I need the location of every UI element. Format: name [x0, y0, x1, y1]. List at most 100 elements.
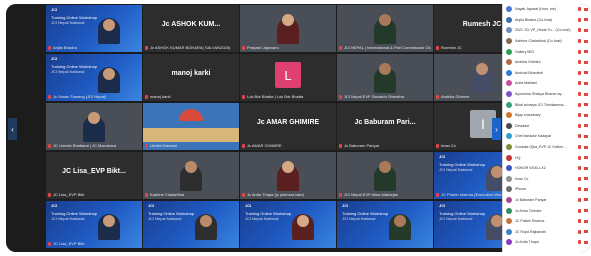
participant-list-item[interactable]: HONOR WOD-LX2: [503, 163, 591, 174]
video-tile[interactable]: Prayash Jajowaro: [240, 5, 336, 52]
video-tile[interactable]: JC Umesh Bhattarai | JC Manohara: [46, 103, 142, 150]
participant-list-item[interactable]: Ambika Ghimire: [503, 57, 591, 68]
muted-mic-icon[interactable]: [578, 155, 581, 160]
video-off-icon[interactable]: [584, 198, 588, 202]
participant-list-item[interactable]: HQ: [503, 152, 591, 163]
participant-list-item[interactable]: Gallery MIG: [503, 46, 591, 57]
video-off-icon[interactable]: [584, 7, 588, 11]
muted-mic-icon[interactable]: [578, 219, 581, 224]
video-off-icon[interactable]: [584, 50, 588, 54]
participant-list-item[interactable]: Nayak Jajowai (Host, me): [503, 4, 591, 15]
muted-mic-icon[interactable]: [578, 28, 581, 33]
video-off-icon[interactable]: [584, 134, 588, 138]
video-off-icon[interactable]: [584, 230, 588, 234]
participant-list-item[interactable]: Kabhne Chalarbhai (Co-host): [503, 36, 591, 47]
participant-list-item[interactable]: Bijay chaudhary: [503, 110, 591, 121]
video-off-icon[interactable]: [584, 92, 588, 96]
video-tile[interactable]: JCI Training Online Workshop JCI Nepal Nat…: [46, 5, 142, 52]
muted-mic-icon[interactable]: [578, 197, 581, 202]
video-tile[interactable]: Urmila Katuwal: [143, 103, 239, 150]
muted-mic-icon[interactable]: [578, 240, 581, 245]
video-off-icon[interactable]: [584, 28, 588, 32]
video-tile[interactable]: JC Lisa_EVP Bikt... JC Lisa_EVP Bikt: [46, 152, 142, 199]
video-off-icon[interactable]: [584, 71, 588, 75]
video-tile[interactable]: JCI Nepal EVP Alina Maharjan: [337, 152, 433, 199]
muted-mic-icon[interactable]: [578, 145, 581, 150]
video-off-icon[interactable]: [584, 156, 588, 160]
video-off-icon[interactable]: [584, 240, 588, 244]
muted-mic-icon[interactable]: [578, 81, 581, 86]
video-tile[interactable]: Jc AMAR GHIMIRE Jc AMAR GHIMIRE: [240, 103, 336, 150]
video-tile[interactable]: Jc ASHOK KUM... Jc ASHOK KUMAR BOHARA( SA…: [143, 5, 239, 52]
video-tile[interactable]: Jc Baburam Pari... Jc Baburam Pariyar: [337, 103, 433, 150]
muted-mic-icon[interactable]: [578, 208, 581, 213]
participant-list-item[interactable]: Gunkala Ojha_EVP JC Kathm...: [503, 142, 591, 153]
video-off-icon[interactable]: [584, 113, 588, 117]
participant-list-item[interactable]: Anita Malidari: [503, 78, 591, 89]
video-off-icon[interactable]: [584, 103, 588, 107]
muted-mic-icon[interactable]: [578, 229, 581, 234]
muted-mic-icon[interactable]: [578, 60, 581, 65]
muted-mic-icon[interactable]: [578, 166, 581, 171]
video-off-icon[interactable]: [584, 166, 588, 170]
video-off-icon[interactable]: [584, 18, 588, 22]
video-tile[interactable]: JCI Training Online Workshop JCI Nepal Nat…: [46, 201, 142, 248]
video-tile[interactable]: JCI NEPAL | International & Parl Commiss…: [337, 5, 433, 52]
participant-list-item[interactable]: Anjila Bhadra (Co-host): [503, 15, 591, 26]
video-off-icon[interactable]: [584, 187, 588, 191]
video-tile[interactable]: Jc Anita Thapa (jc pokhara lake): [240, 152, 336, 199]
muted-mic-icon[interactable]: [578, 39, 581, 44]
muted-mic-icon[interactable]: [578, 123, 581, 128]
next-page-button[interactable]: ›: [492, 118, 501, 140]
video-tile[interactable]: JCI Training Online Workshop JCI Nepal Nat…: [143, 201, 239, 248]
video-off-icon[interactable]: [584, 145, 588, 149]
participant-list-item[interactable]: iPhone: [503, 184, 591, 195]
avatar: [506, 186, 512, 193]
meeting-window: JCI Training Online Workshop JCI Nepal Nat…: [6, 4, 591, 252]
muted-mic-icon[interactable]: [578, 187, 581, 192]
muted-mic-icon[interactable]: [578, 176, 581, 181]
participant-list-item[interactable]: Bikal acharya JCI Trishlasema...: [503, 99, 591, 110]
video-tile[interactable]: manoj karki manoj karki: [143, 54, 239, 101]
muted-mic-icon: [145, 192, 148, 197]
participant-list-item[interactable]: Iman Cz: [503, 174, 591, 185]
prev-page-button[interactable]: ‹: [8, 118, 17, 140]
participant-list-name: JC Rupa Rajbanshi: [515, 229, 546, 234]
video-tile[interactable]: JCI Nepal EVP Saurabh Shrestha: [337, 54, 433, 101]
participant-list-item[interactable]: Chet bahadur Kadayat: [503, 131, 591, 142]
muted-mic-icon[interactable]: [578, 49, 581, 54]
participant-list-item[interactable]: Jc Baburam Pariyar: [503, 195, 591, 206]
participant-list-item[interactable]: 2021 JCI VP_Hinda Tu... (Co-host): [503, 25, 591, 36]
participant-list-item[interactable]: Jc Anita Thapa: [503, 237, 591, 248]
muted-mic-icon[interactable]: [578, 70, 581, 75]
video-tile[interactable]: JCI Training Online Workshop JCI Nepal Nat…: [240, 201, 336, 248]
participant-list-name: Gallery MIG: [515, 49, 535, 54]
video-off-icon[interactable]: [584, 60, 588, 64]
muted-mic-icon[interactable]: [578, 7, 581, 12]
muted-mic-icon: [48, 45, 51, 50]
video-off-icon[interactable]: [584, 219, 588, 223]
participant-list-item[interactable]: Ayoushna Shakya Bharan ay...: [503, 89, 591, 100]
participant-face: [103, 68, 115, 80]
participant-list-item[interactable]: JC Rupa Rajbanshi: [503, 226, 591, 237]
muted-mic-icon[interactable]: [578, 113, 581, 118]
muted-mic-icon[interactable]: [578, 102, 581, 107]
video-off-icon[interactable]: [584, 124, 588, 128]
participant-list-item[interactable]: Android Bluedevil: [503, 68, 591, 79]
video-off-icon[interactable]: [584, 177, 588, 181]
webinar-title: Training Online Workshop JCI Nepal Nation…: [342, 211, 389, 221]
participant-face: [282, 161, 294, 173]
participant-list-item[interactable]: JC Prabin Sharma: [503, 216, 591, 227]
participant-list-item[interactable]: Jc Amar Ghimire: [503, 205, 591, 216]
video-tile[interactable]: JCI Training Online Workshop JCI Nepal Nat…: [337, 201, 433, 248]
participant-list-item[interactable]: Dewadot: [503, 121, 591, 132]
muted-mic-icon[interactable]: [578, 92, 581, 97]
video-tile[interactable]: JCI Training Online Workshop JCI Nepal Nat…: [46, 54, 142, 101]
video-off-icon[interactable]: [584, 81, 588, 85]
video-off-icon[interactable]: [584, 209, 588, 213]
video-off-icon[interactable]: [584, 39, 588, 43]
muted-mic-icon[interactable]: [578, 134, 581, 139]
video-tile[interactable]: L Lok Bdr Bhatta | Lok Bdr Bhatta: [240, 54, 336, 101]
muted-mic-icon[interactable]: [578, 17, 581, 22]
video-tile[interactable]: Kabhne Chalarbhai: [143, 152, 239, 199]
